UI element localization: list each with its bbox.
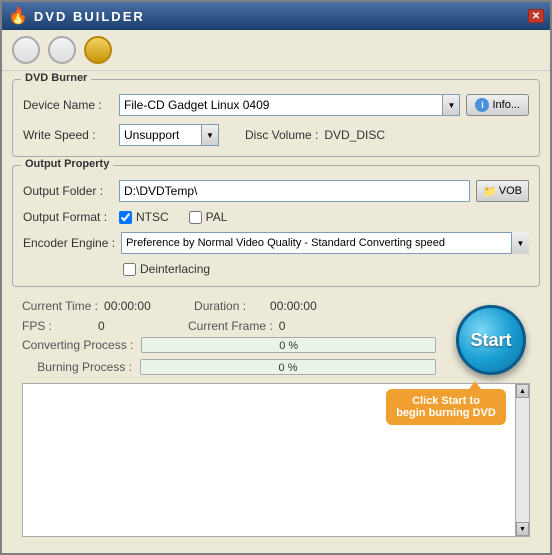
main-window: 🔥 DVD BUILDER ✕ DVD Burner Device Name :… <box>0 0 552 555</box>
stats-progress-area: Current Time : 00:00:00 Duration : 00:00… <box>12 295 446 375</box>
current-frame-item: Current Frame : 0 <box>188 319 339 333</box>
fps-value: 0 <box>98 319 158 333</box>
current-time-label: Current Time : <box>22 299 98 313</box>
duration-label: Duration : <box>194 299 264 313</box>
scrollbar-up[interactable]: ▲ <box>516 384 529 398</box>
encoder-combo-wrapper: Preference by Normal Video Quality - Sta… <box>121 232 529 254</box>
pal-label: PAL <box>206 210 228 224</box>
vob-button[interactable]: 📁 VOB <box>476 180 529 202</box>
start-button-wrapper: Start Click Start to begin burning DVD <box>446 295 540 375</box>
dvd-burner-title: DVD Burner <box>21 72 91 84</box>
title-bar: 🔥 DVD BUILDER ✕ <box>2 2 550 30</box>
output-property-title: Output Property <box>21 158 113 170</box>
output-format-row: Output Format : NTSC PAL <box>23 210 529 224</box>
converting-process-row: Converting Process : 0 % <box>22 337 436 353</box>
title-bar-left: 🔥 DVD BUILDER <box>8 6 145 26</box>
current-frame-label: Current Frame : <box>188 319 273 333</box>
deinterlacing-text: Deinterlacing <box>140 262 210 276</box>
write-speed-label: Write Speed : <box>23 128 113 142</box>
disc-volume-label: Disc Volume : <box>245 128 318 142</box>
start-tooltip: Click Start to begin burning DVD <box>386 389 506 425</box>
current-frame-value: 0 <box>279 319 339 333</box>
converting-pct: 0 % <box>142 338 435 353</box>
scrollbar-track <box>516 398 529 522</box>
info-icon: i <box>475 98 489 112</box>
ntsc-pal-row: NTSC PAL <box>119 210 227 224</box>
stats-row-1: Current Time : 00:00:00 Duration : 00:00… <box>22 299 436 313</box>
output-folder-label: Output Folder : <box>23 184 113 198</box>
ntsc-checkbox[interactable] <box>119 211 132 224</box>
encoder-engine-row: Encoder Engine : Preference by Normal Vi… <box>23 232 529 254</box>
write-speed-row: Write Speed : Unsupport ▼ Disc Volume : … <box>23 124 529 146</box>
current-time-item: Current Time : 00:00:00 <box>22 299 164 313</box>
stats-section: Current Time : 00:00:00 Duration : 00:00… <box>12 295 446 337</box>
output-format-label: Output Format : <box>23 210 113 224</box>
dvd-burner-group: DVD Burner Device Name : File-CD Gadget … <box>12 79 540 157</box>
deinterlacing-row: Deinterlacing <box>123 262 529 276</box>
duration-item: Duration : 00:00:00 <box>194 299 330 313</box>
burning-process-row: Burning Process : 0 % <box>22 359 436 375</box>
toolbar-btn-2[interactable] <box>48 36 76 64</box>
toolbar-btn-3[interactable] <box>84 36 112 64</box>
device-combo-wrapper: File-CD Gadget Linux 0409 ▼ <box>119 94 460 116</box>
burning-progress-bar: 0 % <box>140 359 436 375</box>
scrollbar-down[interactable]: ▼ <box>516 522 529 536</box>
output-property-group: Output Property Output Folder : 📁 VOB Ou… <box>12 165 540 287</box>
output-folder-input[interactable] <box>119 180 470 202</box>
burning-label: Burning Process : <box>22 360 132 374</box>
fps-item: FPS : 0 <box>22 319 158 333</box>
close-button[interactable]: ✕ <box>528 9 544 23</box>
disc-volume-row: Disc Volume : DVD_DISC <box>245 128 385 142</box>
window-title: DVD BUILDER <box>34 9 145 24</box>
folder-icon: 📁 <box>483 185 497 198</box>
duration-value: 00:00:00 <box>270 299 330 313</box>
progress-section: Converting Process : 0 % Burning Process… <box>12 337 446 375</box>
stats-row-2: FPS : 0 Current Frame : 0 <box>22 319 436 333</box>
deinterlacing-checkbox[interactable] <box>123 263 136 276</box>
encoder-engine-label: Encoder Engine : <box>23 236 115 250</box>
encoder-select[interactable]: Preference by Normal Video Quality - Sta… <box>121 232 529 254</box>
stats-start-wrapper: Current Time : 00:00:00 Duration : 00:00… <box>12 295 540 375</box>
burning-pct: 0 % <box>141 360 435 375</box>
device-name-row: Device Name : File-CD Gadget Linux 0409 … <box>23 94 529 116</box>
output-folder-row: Output Folder : 📁 VOB <box>23 180 529 202</box>
toolbar-btn-1[interactable] <box>12 36 40 64</box>
ntsc-checkbox-label[interactable]: NTSC <box>119 210 169 224</box>
info-label: Info... <box>492 99 520 111</box>
converting-progress-bar: 0 % <box>141 337 436 353</box>
start-button[interactable]: Start <box>456 305 526 375</box>
log-scrollbar[interactable]: ▲ ▼ <box>515 384 529 536</box>
disc-volume-value: DVD_DISC <box>324 128 385 142</box>
write-speed-select[interactable]: Unsupport <box>119 124 219 146</box>
current-time-value: 00:00:00 <box>104 299 164 313</box>
pal-checkbox[interactable] <box>189 211 202 224</box>
pal-checkbox-label[interactable]: PAL <box>189 210 228 224</box>
content-area: DVD Burner Device Name : File-CD Gadget … <box>2 71 550 553</box>
toolbar <box>2 30 550 71</box>
device-select[interactable]: File-CD Gadget Linux 0409 <box>119 94 460 116</box>
converting-label: Converting Process : <box>22 338 133 352</box>
device-name-label: Device Name : <box>23 98 113 112</box>
vob-label: VOB <box>499 185 522 197</box>
flame-icon: 🔥 <box>8 6 28 26</box>
fps-label: FPS : <box>22 319 92 333</box>
write-speed-wrapper: Unsupport ▼ <box>119 124 219 146</box>
deinterlacing-label[interactable]: Deinterlacing <box>123 262 210 276</box>
info-button[interactable]: i Info... <box>466 94 529 116</box>
ntsc-label: NTSC <box>136 210 169 224</box>
